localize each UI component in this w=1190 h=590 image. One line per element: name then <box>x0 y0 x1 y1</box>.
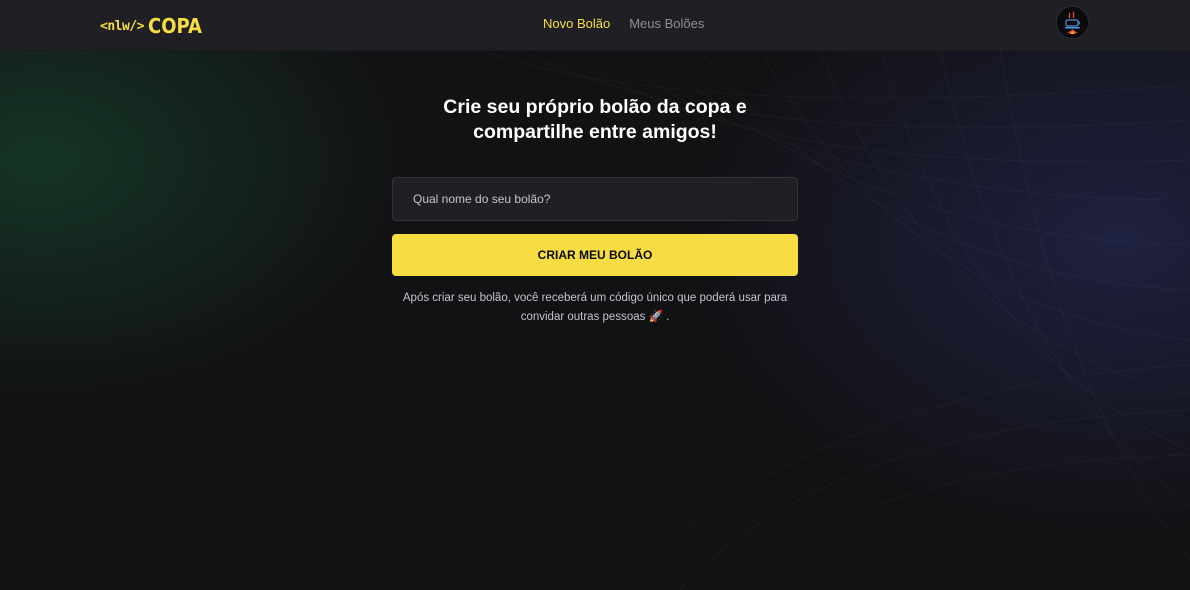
logo-prefix: <nlw/> <box>100 18 144 34</box>
page: <nlw/> COPA Novo Bolão Meus Bolões Crie … <box>0 0 1190 590</box>
top-header: <nlw/> COPA Novo Bolão Meus Bolões <box>0 0 1190 51</box>
java-cup-icon <box>1057 7 1088 38</box>
helper-text-body: Após criar seu bolão, você receberá um c… <box>402 292 788 323</box>
create-pool-button[interactable]: CRIAR MEU BOLÃO <box>392 234 798 276</box>
nav-meus-boloes[interactable]: Meus Bolões <box>629 16 704 31</box>
logo-text: COPA <box>147 14 202 38</box>
logo[interactable]: <nlw/> COPA <box>100 14 208 38</box>
page-title: Crie seu próprio bolão da copa e compart… <box>443 96 747 143</box>
helper-text-suffix: . <box>666 311 670 323</box>
user-avatar[interactable] <box>1056 6 1089 39</box>
nav-novo-bolao[interactable]: Novo Bolão <box>543 16 610 31</box>
pool-name-input[interactable] <box>392 177 798 221</box>
main-nav: Novo Bolão Meus Bolões <box>543 16 704 31</box>
helper-text: Após criar seu bolão, você receberá um c… <box>395 289 795 327</box>
rocket-icon: 🚀 <box>648 311 663 323</box>
